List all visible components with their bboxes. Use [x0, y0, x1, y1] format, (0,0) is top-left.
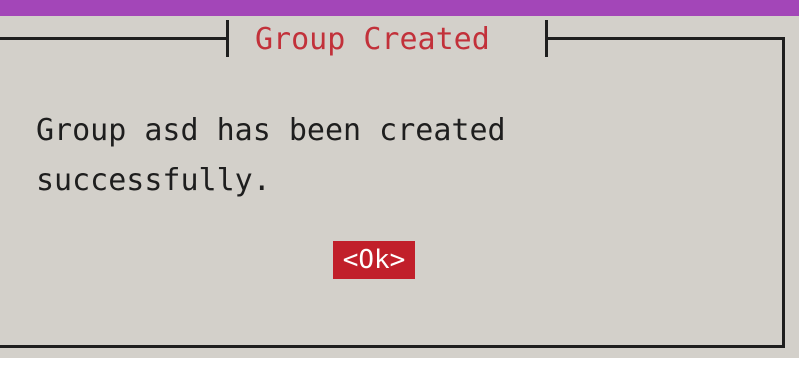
frame-top-right-segment — [545, 37, 785, 40]
dialog-message: Group asd has been created successfully. — [36, 106, 506, 206]
message-line-1: Group asd has been created — [36, 113, 506, 148]
frame-bottom-edge — [0, 345, 785, 348]
frame-right-edge — [782, 37, 785, 347]
title-tick-left — [226, 20, 229, 57]
message-line-2: successfully. — [36, 163, 271, 198]
terminal-top-bar — [0, 0, 799, 16]
ok-button[interactable]: <Ok> — [333, 241, 415, 279]
terminal-background-strip — [0, 358, 799, 370]
dialog-title: Group Created — [255, 22, 490, 57]
frame-top-left-segment — [0, 37, 228, 40]
